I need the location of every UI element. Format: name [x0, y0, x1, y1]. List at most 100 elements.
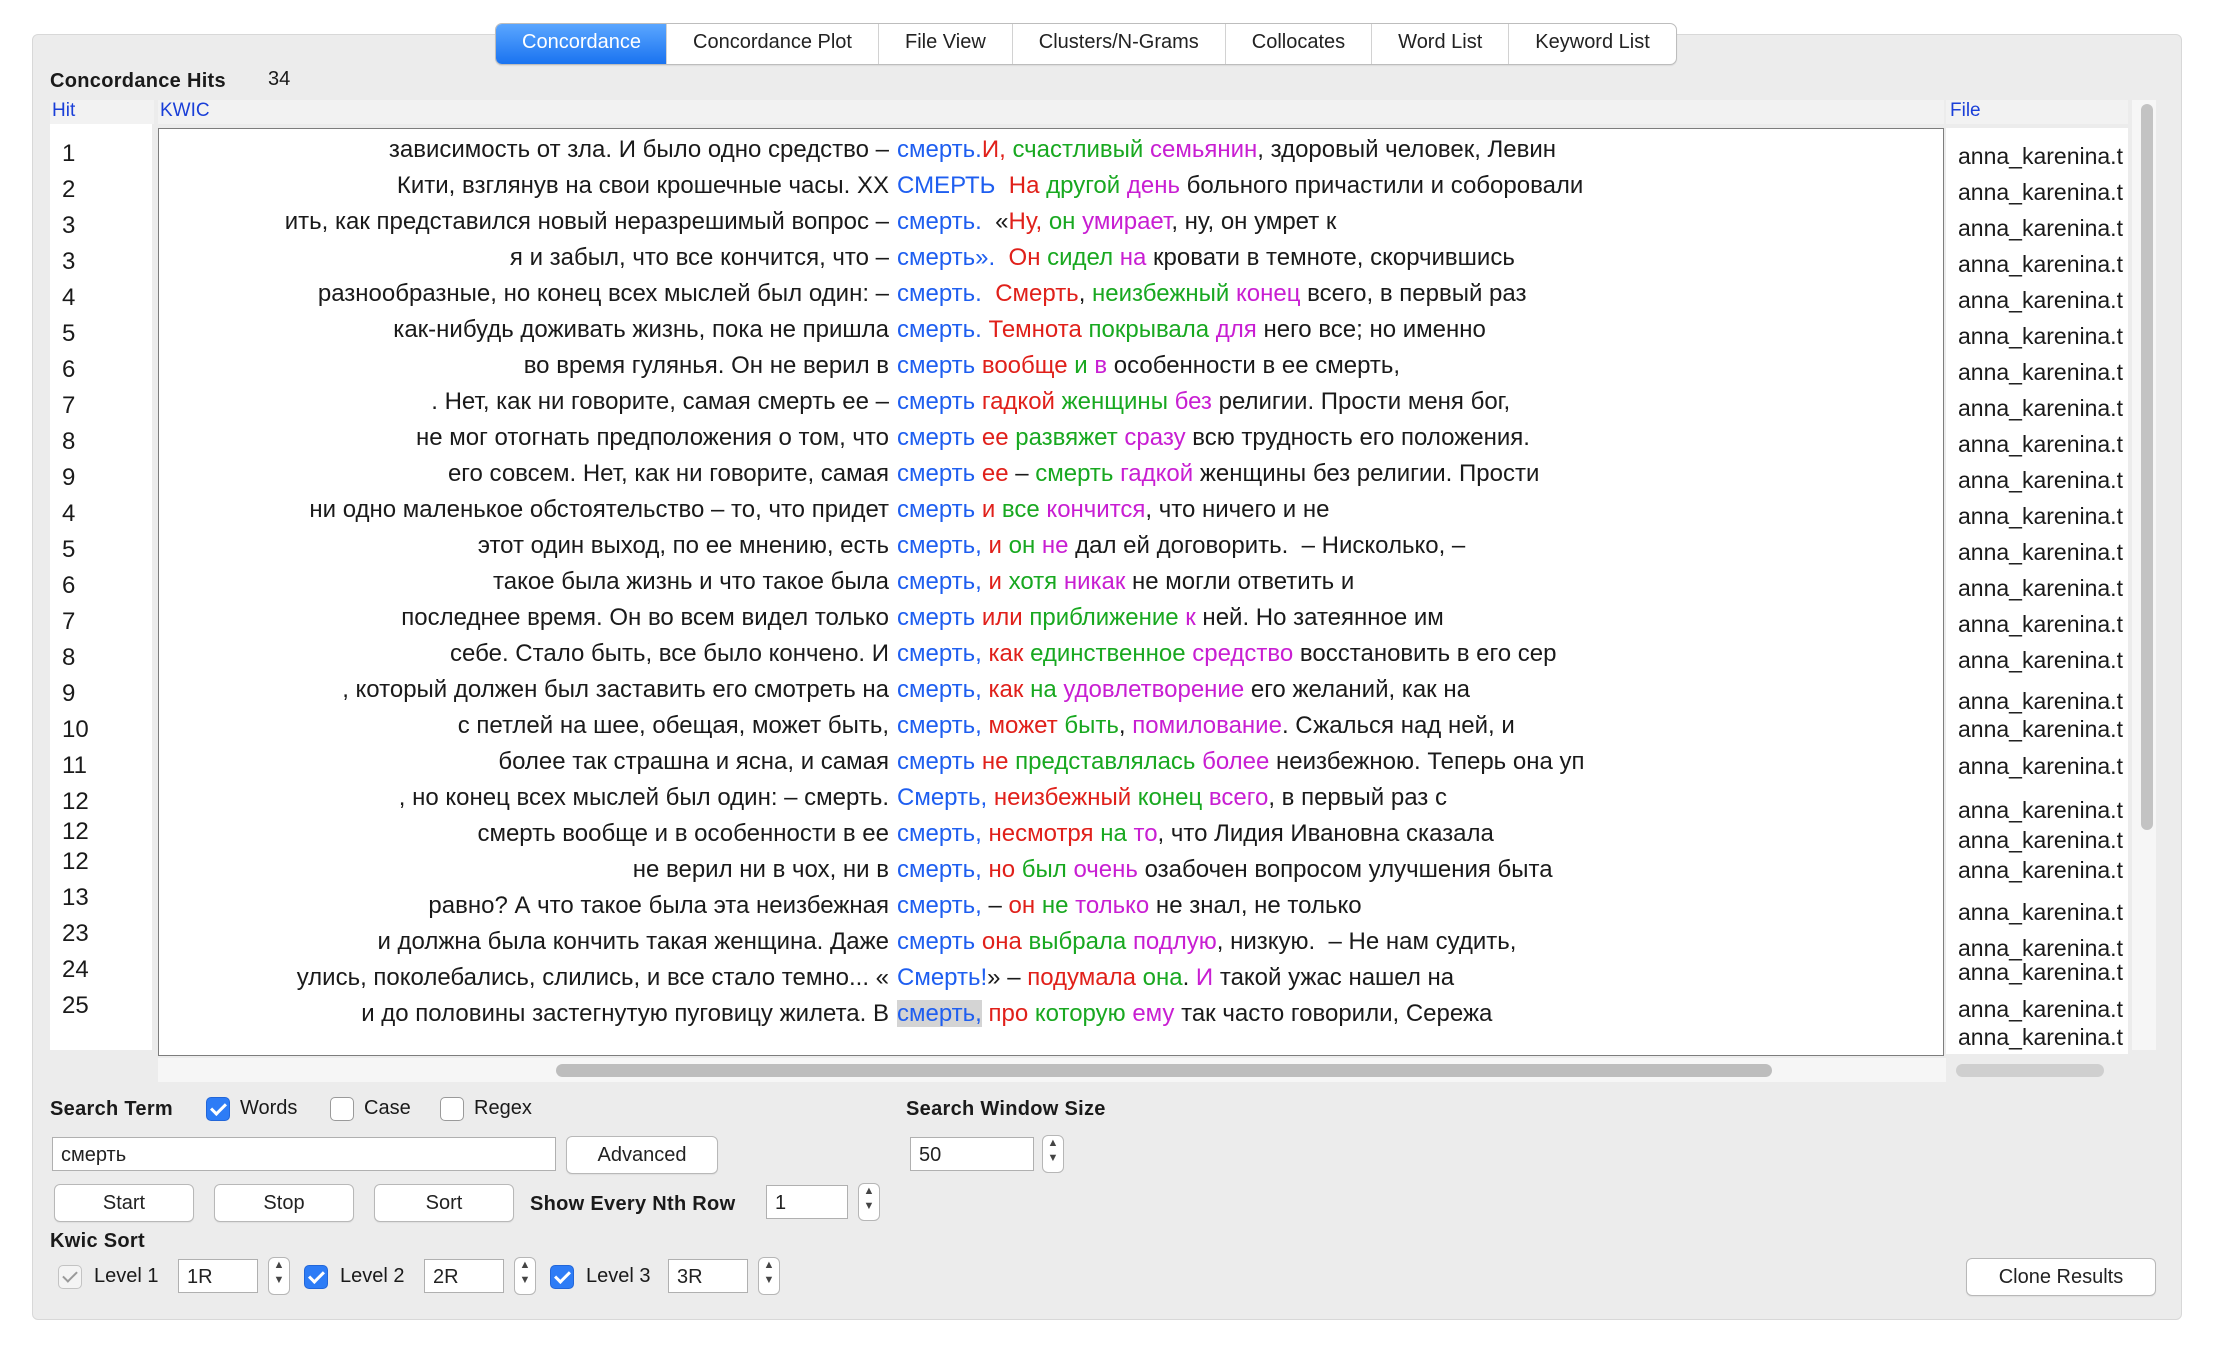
keyword-hit[interactable]: смерть, — [897, 532, 982, 559]
concordance-line[interactable]: . Нет, как ни говорите, самая смерть ее … — [159, 385, 1943, 419]
sort-level-word: конец — [1137, 784, 1203, 811]
keyword-hit[interactable]: смерть — [897, 460, 975, 487]
regex-checkbox[interactable] — [440, 1097, 464, 1121]
keyword-hit[interactable]: смерть, — [897, 712, 982, 739]
keyword-hit[interactable]: смерть. — [897, 136, 982, 163]
keyword-hit[interactable]: смерть». — [897, 244, 995, 271]
file-horizontal-scroll-thumb[interactable] — [1956, 1064, 2104, 1077]
keyword-hit[interactable]: смерть — [897, 424, 975, 451]
right-context: смерть вообще и в особенности в ее смерт… — [897, 349, 1400, 383]
keyword-hit[interactable]: смерть — [897, 928, 975, 955]
nth-row-input[interactable]: 1 — [766, 1185, 848, 1219]
concordance-line[interactable]: я и забыл, что все кончится, что – смерть… — [159, 241, 1943, 275]
keyword-hit[interactable]: смерть — [897, 388, 975, 415]
right-context: смерть, и хотя никак не могли ответить и — [897, 565, 1354, 599]
concordance-line[interactable]: улись, поколебались, слились, и все стал… — [159, 961, 1943, 995]
concordance-line[interactable]: во время гулянья. Он не верил в смерть во… — [159, 349, 1943, 383]
concordance-line[interactable]: его совсем. Нет, как ни говорите, самая с… — [159, 457, 1943, 491]
keyword-hit[interactable]: Смерть! — [897, 964, 987, 991]
concordance-line[interactable]: и должна была кончить такая женщина. Даж… — [159, 925, 1943, 959]
level-3-checkbox[interactable] — [550, 1265, 574, 1289]
concordance-line[interactable]: ни одно маленькое обстоятельство – то, ч… — [159, 493, 1943, 527]
tab-clusters-ngrams[interactable]: Clusters/N-Grams — [1013, 24, 1226, 64]
tab-file-view[interactable]: File View — [879, 24, 1013, 64]
search-term-label: Search Term — [50, 1098, 173, 1120]
tab-word-list[interactable]: Word List — [1372, 24, 1510, 64]
level-2-checkbox[interactable] — [304, 1265, 328, 1289]
context-text — [1082, 316, 1089, 343]
tab-collocates[interactable]: Collocates — [1226, 24, 1373, 64]
level-1-checkbox[interactable] — [58, 1265, 82, 1289]
concordance-line[interactable]: , но конец всех мыслей был один: – смерт… — [159, 781, 1943, 815]
sort-level-word: не — [981, 748, 1009, 775]
keyword-hit[interactable]: смерть. — [897, 280, 982, 307]
search-window-size-stepper[interactable]: ▲ ▼ — [1042, 1135, 1064, 1173]
vertical-scroll-thumb[interactable] — [2141, 104, 2153, 830]
concordance-line[interactable]: такое была жизнь и что такое была смерть,… — [159, 565, 1943, 599]
concordance-line[interactable]: и до половины застегнутую пуговицу жилет… — [159, 997, 1943, 1031]
nth-row-stepper[interactable]: ▲ ▼ — [858, 1183, 880, 1221]
sort-level-word: И, — [981, 136, 1006, 163]
context-text — [1057, 568, 1064, 595]
keyword-hit[interactable]: смерть, — [897, 1000, 982, 1027]
keyword-hit[interactable]: смерть — [897, 352, 975, 379]
keyword-hit[interactable]: смерть. — [897, 316, 982, 343]
words-checkbox[interactable] — [206, 1097, 230, 1121]
level-3-input[interactable]: 3R — [668, 1259, 748, 1293]
concordance-line[interactable]: не верил ни в чох, ни в смерть, но был оч… — [159, 853, 1943, 887]
concordance-line[interactable]: как-нибудь доживать жизнь, пока не пришл… — [159, 313, 1943, 347]
level-1-stepper[interactable]: ▲ ▼ — [268, 1257, 290, 1295]
concordance-line[interactable]: себе. Стало быть, все было кончено. И сме… — [159, 637, 1943, 671]
right-context: смерть гадкой женщины без религии. Прост… — [897, 385, 1510, 419]
keyword-hit[interactable]: смерть, — [897, 856, 982, 883]
keyword-hit[interactable]: смерть, — [897, 676, 982, 703]
keyword-hit[interactable]: смерть — [897, 748, 975, 775]
concordance-line[interactable]: более так страшна и ясна, и самая смерть … — [159, 745, 1943, 779]
context-text — [982, 712, 989, 739]
kwic-horizontal-scroll-thumb[interactable] — [556, 1064, 1772, 1077]
concordance-line[interactable]: , который должен был заставить его смотр… — [159, 673, 1943, 707]
concordance-line[interactable]: этот один выход, по ее мнению, есть смерт… — [159, 529, 1943, 563]
concordance-line[interactable]: равно? А что такое была эта неизбежная см… — [159, 889, 1943, 923]
tab-keyword-list[interactable]: Keyword List — [1509, 24, 1676, 64]
context-text — [1229, 280, 1236, 307]
hit-column-header[interactable]: Hit — [52, 100, 75, 122]
concordance-line[interactable]: Кити, взглянув на свои крошечные часы. X… — [159, 169, 1943, 203]
tab-concordance[interactable]: Concordance — [496, 24, 667, 64]
level-2-stepper[interactable]: ▲ ▼ — [514, 1257, 536, 1295]
concordance-line[interactable]: смерть вообще и в особенности в ее смерть… — [159, 817, 1943, 851]
keyword-hit[interactable]: смерть, — [897, 892, 982, 919]
clone-results-button[interactable]: Clone Results — [1966, 1258, 2156, 1296]
keyword-hit[interactable]: смерть — [897, 496, 975, 523]
file-column-header[interactable]: File — [1950, 100, 1981, 122]
concordance-line[interactable]: разнообразные, но конец всех мыслей был … — [159, 277, 1943, 311]
concordance-line[interactable]: ить, как представился новый неразрешимый… — [159, 205, 1943, 239]
keyword-hit[interactable]: смерть, — [897, 640, 982, 667]
keyword-hit[interactable]: смерть, — [897, 820, 982, 847]
concordance-line[interactable]: не мог отогнать предположения о том, что… — [159, 421, 1943, 455]
concordance-line[interactable]: с петлей на шее, обещая, может быть, смер… — [159, 709, 1943, 743]
keyword-hit[interactable]: смерть, — [897, 568, 982, 595]
context-text — [1168, 388, 1175, 415]
concordance-line[interactable]: зависимость от зла. И было одно средство… — [159, 133, 1943, 167]
keyword-hit[interactable]: СМЕРТЬ — [897, 172, 995, 199]
keyword-hit[interactable]: смерть — [897, 604, 975, 631]
kwic-column-header[interactable]: KWIC — [160, 100, 210, 122]
sort-button[interactable]: Sort — [374, 1184, 514, 1222]
level-1-input[interactable]: 1R — [178, 1259, 258, 1293]
context-text — [1002, 532, 1009, 559]
start-button[interactable]: Start — [54, 1184, 194, 1222]
case-checkbox[interactable] — [330, 1097, 354, 1121]
keyword-hit[interactable]: Смерть, — [897, 784, 987, 811]
stop-button[interactable]: Stop — [214, 1184, 354, 1222]
concordance-line[interactable]: последнее время. Он во всем видел только… — [159, 601, 1943, 635]
tab-concordance-plot[interactable]: Concordance Plot — [667, 24, 879, 64]
keyword-hit[interactable]: смерть. — [897, 208, 982, 235]
level-2-input[interactable]: 2R — [424, 1259, 504, 1293]
level-3-stepper[interactable]: ▲ ▼ — [758, 1257, 780, 1295]
search-term-input[interactable]: смерть — [52, 1137, 556, 1171]
advanced-button[interactable]: Advanced — [566, 1136, 718, 1174]
kwic-results-pane[interactable]: зависимость от зла. И было одно средство… — [158, 128, 1944, 1056]
search-window-size-input[interactable]: 50 — [910, 1137, 1034, 1171]
left-context: такое была жизнь и что такое была — [493, 568, 889, 595]
